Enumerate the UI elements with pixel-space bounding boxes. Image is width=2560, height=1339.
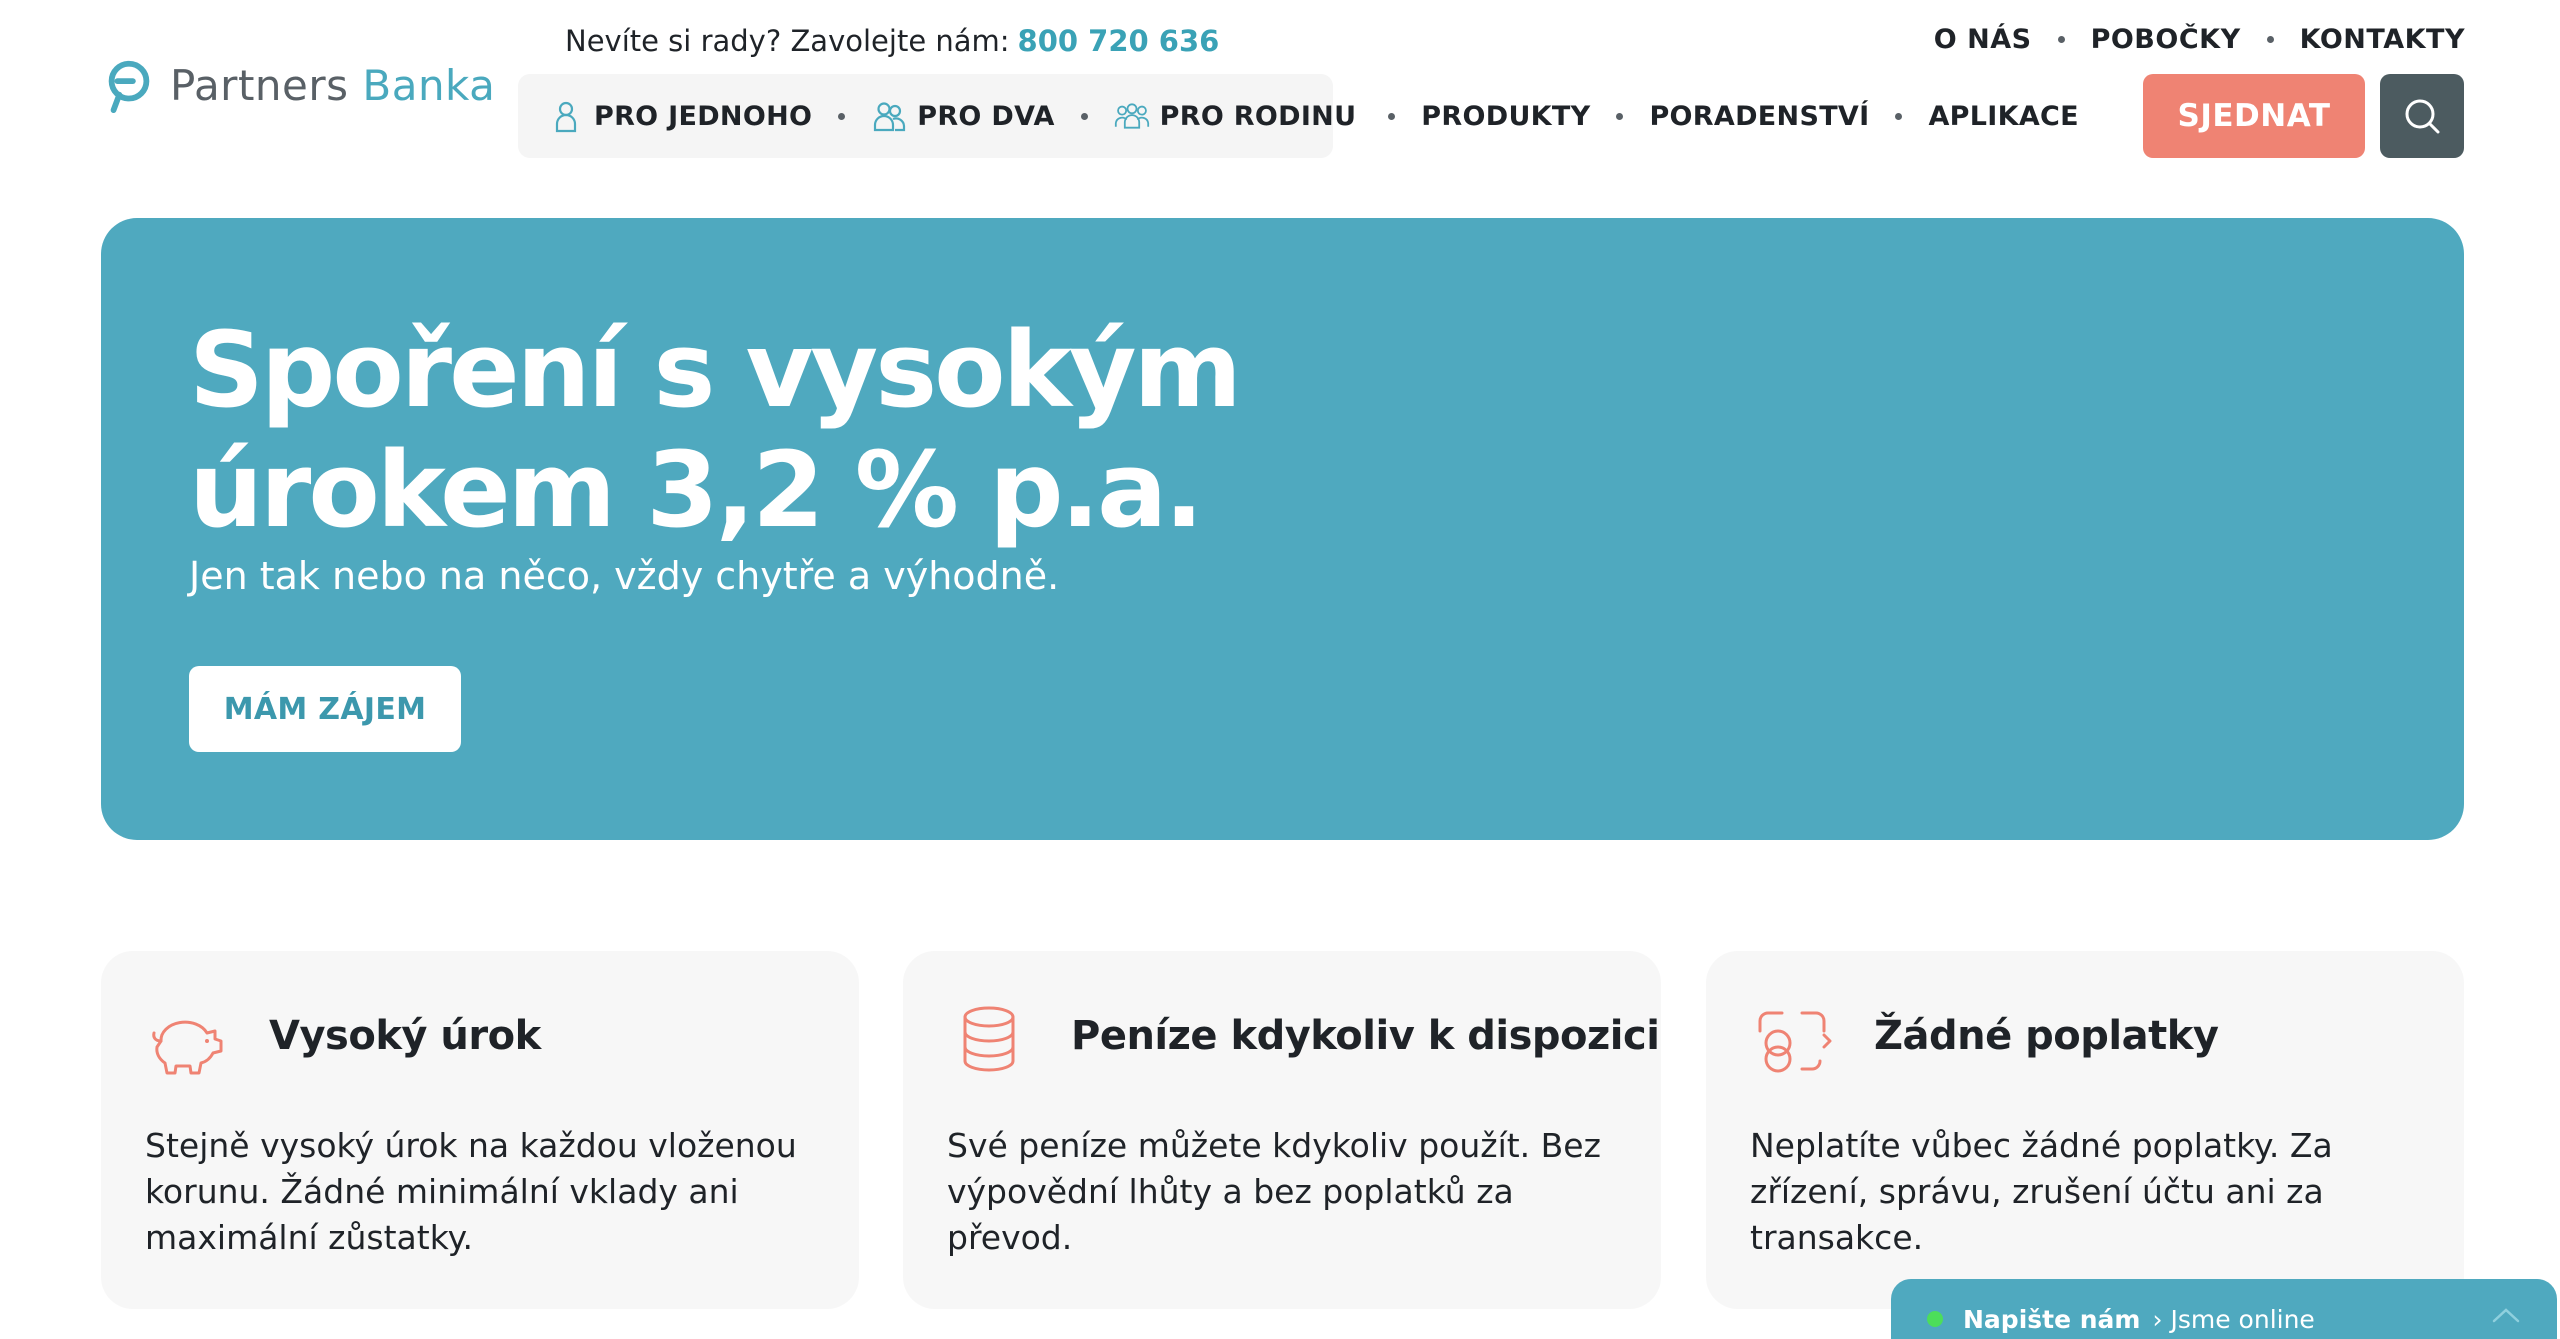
top-links: O NÁS POBOČKY KONTAKTY bbox=[1934, 24, 2465, 55]
mam-zajem-button[interactable]: MÁM ZÁJEM bbox=[189, 666, 461, 752]
feature-card-high-interest: Vysoký úrok Stejně vysoký úrok na každou… bbox=[101, 951, 859, 1309]
logo-text: Partners Banka bbox=[170, 61, 495, 110]
no-fees-icon bbox=[1758, 1011, 1832, 1073]
separator-dot bbox=[1895, 112, 1903, 120]
nav-label: PRO DVA bbox=[917, 100, 1055, 132]
nav-item-pro-rodinu[interactable]: PRO RODINU bbox=[1114, 98, 1357, 134]
top-link-pobocky[interactable]: POBOČKY bbox=[2091, 24, 2241, 55]
coin-stack-icon bbox=[963, 1006, 1015, 1072]
piggy-bank-icon bbox=[152, 1020, 223, 1075]
chat-widget[interactable]: Napište nám › Jsme online bbox=[1891, 1279, 2557, 1339]
hero-banner: Spoření s vysokým úrokem 3,2 % p.a. Jen … bbox=[101, 218, 2464, 840]
separator-dot bbox=[1080, 112, 1088, 120]
online-status-dot bbox=[1927, 1311, 1943, 1327]
search-icon bbox=[2405, 99, 2440, 134]
feature-card-no-fees: Žádné poplatky Neplatíte vůbec žádné pop… bbox=[1706, 951, 2464, 1309]
nav-label: PRO JEDNOHO bbox=[594, 100, 813, 132]
feature-text: Své peníze můžete kdykoliv použít. Bez v… bbox=[947, 1126, 1601, 1257]
logo-text-part2: Banka bbox=[362, 60, 496, 110]
separator-dot bbox=[2057, 36, 2065, 43]
nav-item-pro-dva[interactable]: PRO DVA bbox=[871, 98, 1054, 134]
chat-title: Napište nám bbox=[1963, 1305, 2141, 1334]
two-persons-icon bbox=[874, 102, 906, 132]
nav-label: PRO RODINU bbox=[1159, 100, 1357, 132]
feature-title: Vysoký úrok bbox=[269, 1013, 541, 1059]
top-link-o-nas[interactable]: O NÁS bbox=[1934, 24, 2032, 55]
logo[interactable]: Partners Banka bbox=[100, 56, 495, 114]
helpline-text: Nevíte si rady? Zavolejte nám: bbox=[565, 24, 1010, 58]
helpline-phone-link[interactable]: 800 720 636 bbox=[1018, 24, 1220, 58]
nav-item-poradenstvi[interactable]: PORADENSTVÍ bbox=[1649, 101, 1869, 132]
feature-text: Stejně vysoký úrok na každou vloženou ko… bbox=[145, 1126, 797, 1257]
sjednat-button[interactable]: SJEDNAT bbox=[2143, 74, 2365, 158]
search-button[interactable] bbox=[2380, 74, 2464, 158]
top-link-kontakty[interactable]: KONTAKTY bbox=[2300, 24, 2465, 55]
separator-dot bbox=[838, 112, 846, 120]
chat-status: Jsme online bbox=[2170, 1305, 2315, 1334]
separator-dot bbox=[1616, 112, 1624, 120]
hero-subtitle: Jen tak nebo na něco, vždy chytře a výho… bbox=[189, 554, 1060, 598]
nav-label: APLIKACE bbox=[1928, 100, 2079, 132]
hero-title: Spoření s vysokým úrokem 3,2 % p.a. bbox=[189, 310, 1389, 550]
feature-card-money-available: Peníze kdykoliv k dispozici Své peníze m… bbox=[903, 951, 1661, 1309]
separator-dot bbox=[1388, 112, 1396, 120]
family-icon bbox=[1114, 103, 1149, 129]
feature-text: Neplatíte vůbec žádné poplatky. Za zříze… bbox=[1750, 1126, 2333, 1257]
partners-logo-icon bbox=[108, 60, 150, 114]
feature-title: Peníze kdykoliv k dispozici bbox=[1071, 1013, 1660, 1059]
chat-separator: › bbox=[2152, 1305, 2163, 1334]
nav-label: PORADENSTVÍ bbox=[1649, 100, 1870, 132]
logo-text-part1: Partners bbox=[170, 60, 349, 110]
main-nav: PRO JEDNOHO PRO DVA PRO RODINU PRODUKTY … bbox=[548, 74, 2079, 158]
helpline: Nevíte si rady? Zavolejte nám: 800 720 63… bbox=[565, 24, 1219, 58]
chevron-up-icon[interactable] bbox=[2491, 1305, 2521, 1325]
hero-title-line2: úrokem 3,2 % p.a. bbox=[189, 429, 1204, 551]
nav-item-pro-jednoho[interactable]: PRO JEDNOHO bbox=[548, 98, 812, 134]
page: Partners Banka Nevíte si rady? Zavolejte… bbox=[0, 0, 2560, 1339]
feature-title: Žádné poplatky bbox=[1874, 1013, 2219, 1059]
nav-item-produkty[interactable]: PRODUKTY bbox=[1421, 101, 1590, 132]
hero-title-line1: Spoření s vysokým bbox=[189, 309, 1242, 431]
separator-dot bbox=[2266, 36, 2274, 43]
nav-item-aplikace[interactable]: APLIKACE bbox=[1928, 101, 2078, 132]
nav-label: PRODUKTY bbox=[1421, 100, 1591, 132]
person-icon bbox=[555, 101, 577, 133]
